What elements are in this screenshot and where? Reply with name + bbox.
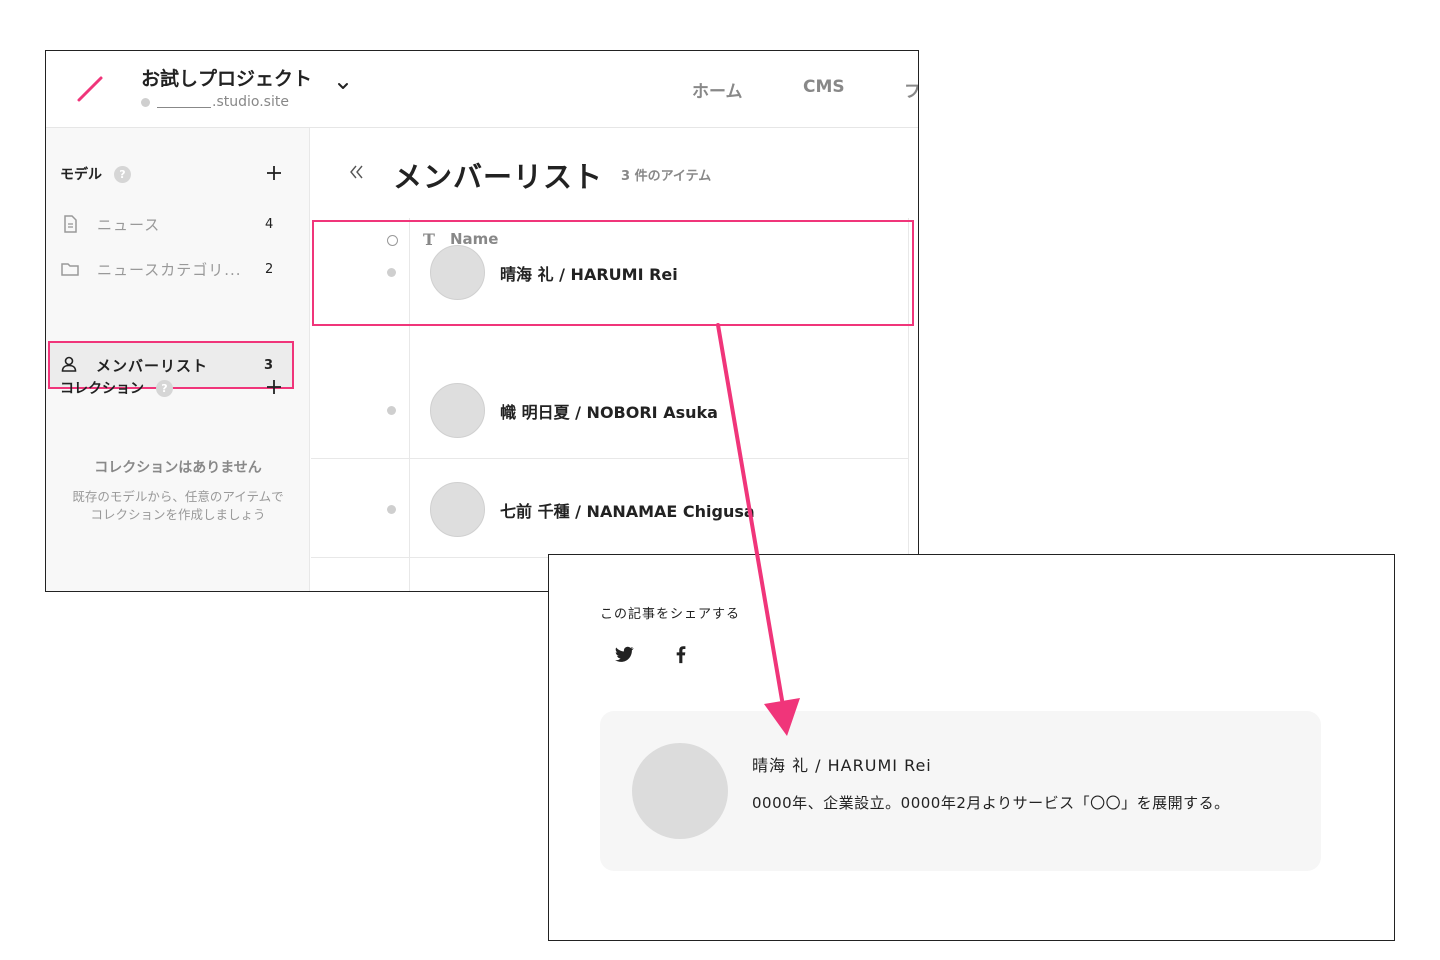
sidebar-item-label: ニュースカテゴリ... [97,260,242,279]
avatar [632,743,728,839]
avatar [430,245,485,300]
help-icon[interactable]: ? [114,165,131,183]
cms-window: お試しプロジェクト .studio.site ホーム CMS フ モデル ? [45,50,919,592]
folder-icon [61,263,79,276]
chevron-down-icon[interactable] [336,79,350,93]
models-title-label: モデル [60,167,102,183]
collections-empty-desc: 既存のモデルから、任意のアイテムで コレクションを作成しましょう [46,488,310,524]
article-preview-window: この記事をシェアする 晴海 礼 / HARUMI Rei 0000年、企業設立。… [548,554,1395,941]
add-model-button[interactable] [264,163,284,183]
sidebar-item-count: 3 [264,357,274,373]
sidebar-item-count: 4 [265,216,274,232]
collections-title-label: コレクション [60,381,144,397]
url-placeholder-blank [157,96,211,108]
table-row[interactable]: 幟 明日夏 / NOBORI Asuka [311,361,909,459]
share-label: この記事をシェアする [600,607,741,622]
sidebar-item-label: ニュース [97,215,161,234]
person-icon [61,356,77,372]
table-row[interactable]: 晴海 礼 / HARUMI Rei [312,220,914,326]
empty-desc-line: 既存のモデルから、任意のアイテムで [72,489,284,504]
cms-header: お試しプロジェクト .studio.site ホーム CMS フ [46,51,918,128]
twitter-icon[interactable] [613,643,635,665]
project-url: .studio.site [141,94,289,110]
avatar [430,383,485,438]
sidebar-item-label: メンバーリスト [96,356,209,375]
help-icon[interactable]: ? [156,379,173,397]
models-section-title: モデル ? [60,164,131,184]
collapse-sidebar-icon[interactable] [347,162,367,182]
sidebar-item-count: 2 [265,261,274,277]
row-status-dot [387,505,396,514]
sidebar: モデル ? ニュース 4 ニュースカテゴリ... 2 メンバーリスト 3 コレク… [46,128,310,591]
empty-desc-line: コレクションを作成しましょう [90,507,266,522]
document-icon [64,215,77,233]
nav-tab-truncated[interactable]: フ [904,77,918,102]
add-collection-button[interactable] [264,377,284,397]
collections-section-title: コレクション ? [60,378,173,398]
sidebar-item-news-category[interactable]: ニュースカテゴリ... 2 [50,247,290,291]
table-row[interactable]: 七前 千種 / NANAMAE Chigusa [311,460,909,558]
nav-tab-cms[interactable]: CMS [803,77,845,97]
row-status-dot [387,268,396,277]
author-bio: 0000年、企業設立。0000年2月よりサービス「〇〇」を展開する。 [752,794,1230,812]
status-dot-icon [141,97,150,107]
main-panel: メンバーリスト 3 件のアイテム T Name 晴海 礼 / HARUMI Re… [311,128,918,591]
studio-logo-icon [77,76,103,102]
row-name: 晴海 礼 / HARUMI Rei [500,265,678,284]
sidebar-item-news[interactable]: ニュース 4 [50,202,290,246]
row-status-dot [387,406,396,415]
avatar [430,482,485,537]
item-count-label: 3 件のアイテム [621,169,712,184]
project-title[interactable]: お試しプロジェクト [141,64,312,91]
facebook-icon[interactable] [670,643,692,665]
author-card: 晴海 礼 / HARUMI Rei 0000年、企業設立。0000年2月よりサー… [600,711,1321,871]
nav-tab-home[interactable]: ホーム [692,77,743,102]
row-name: 幟 明日夏 / NOBORI Asuka [500,403,718,422]
page-title: メンバーリスト [393,160,604,194]
author-name: 晴海 礼 / HARUMI Rei [752,756,932,775]
collections-empty-title: コレクションはありません [94,460,262,476]
items-table: T Name 晴海 礼 / HARUMI Rei 幟 明日夏 / NOBORI … [311,218,914,591]
row-name: 七前 千種 / NANAMAE Chigusa [500,502,755,521]
project-url-suffix: .studio.site [212,94,289,110]
